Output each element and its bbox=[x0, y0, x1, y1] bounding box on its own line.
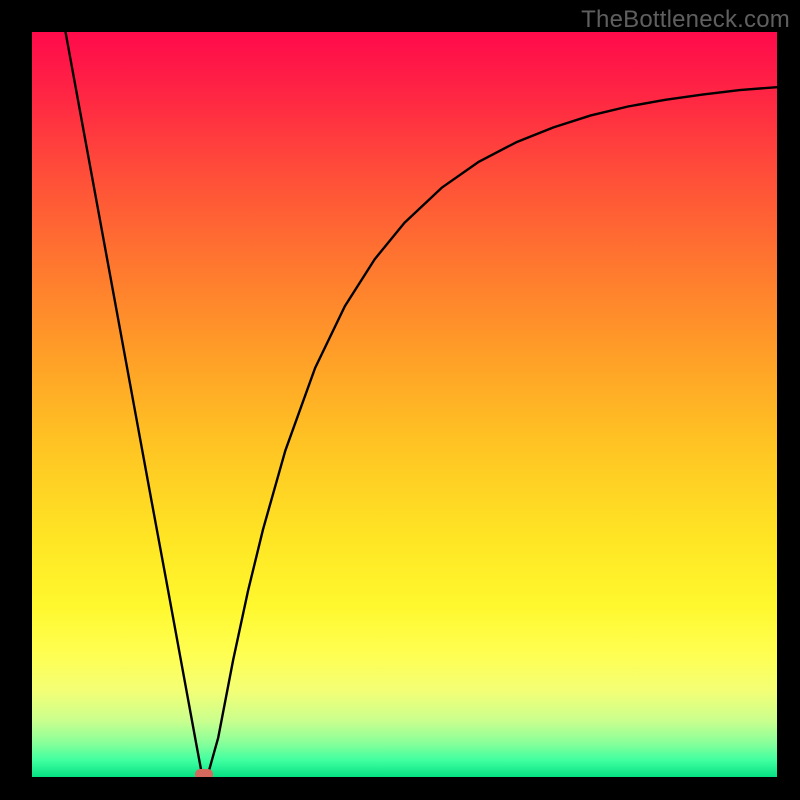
bottleneck-curve bbox=[32, 32, 777, 777]
watermark-text: TheBottleneck.com bbox=[581, 6, 790, 34]
optimal-point-marker bbox=[195, 769, 213, 777]
plot-area bbox=[32, 32, 777, 777]
chart-canvas: TheBottleneck.com bbox=[0, 0, 800, 800]
